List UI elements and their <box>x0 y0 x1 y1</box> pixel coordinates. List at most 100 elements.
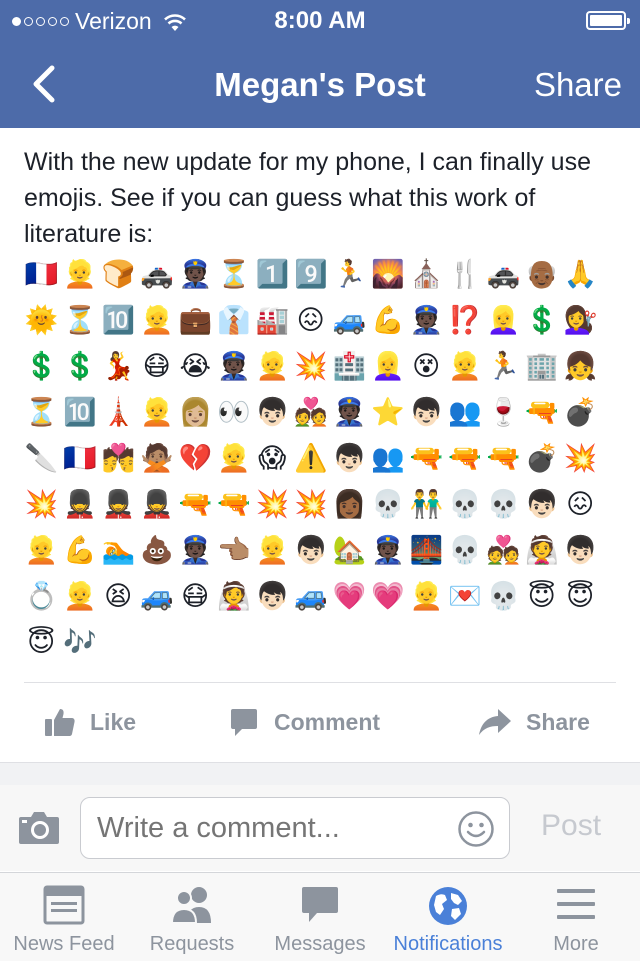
emoji: 😷 <box>181 581 210 612</box>
emoji: 💼 <box>178 305 213 336</box>
emoji: 💔 <box>178 443 213 474</box>
emoji: 🏡 <box>332 535 367 566</box>
emoji: 👩🏼 <box>178 397 213 428</box>
emoji: 🔫 <box>486 443 521 474</box>
like-button[interactable]: Like <box>44 706 136 738</box>
emoji: 1️⃣ <box>255 259 290 290</box>
emoji: 💀 <box>370 489 405 520</box>
emoji: 👱 <box>216 443 251 474</box>
emoji: 👮🏿 <box>178 535 213 566</box>
emoji: 💗 <box>332 581 367 612</box>
camera-icon[interactable] <box>18 809 60 845</box>
emoji: 🚓 <box>139 259 174 290</box>
comment-label: Comment <box>274 708 381 735</box>
emoji: 👱‍♀️ <box>486 305 521 336</box>
emoji: 🍞 <box>101 259 136 290</box>
emoji: 👦🏻 <box>563 535 598 566</box>
emoji: 💪 <box>370 305 405 336</box>
emoji: ⭐ <box>370 397 405 428</box>
emoji: 💌 <box>447 581 482 612</box>
emoji: 🏃 <box>332 259 367 290</box>
emoji: 💃 <box>101 351 136 382</box>
emoji: 💲 <box>524 305 559 336</box>
emoji: 💩 <box>139 535 174 566</box>
emoji-sequence: 🇫🇷 👱 🍞 🚓 👮🏿 ⏳ 1️⃣ 9️⃣ 🏃 🌄 ⛪ 🍴 🚓 👴🏾 🙏 🌞 ⏳ 🔟 👱 💼 👔 🏭 😖 🚙 💪 👮🏿 ⁉️ 👱‍♀️… <box>22 252 622 666</box>
friends-icon <box>170 887 211 924</box>
emoji: 🔫 <box>409 443 444 474</box>
emoji: 👱 <box>139 397 174 428</box>
emoji: 😵 <box>412 351 441 382</box>
emoji: 😇 <box>566 581 595 612</box>
emoji: 🙏 <box>563 259 598 290</box>
emoji: 👰 <box>524 535 559 566</box>
emoji: 🇫🇷 <box>24 259 59 290</box>
like-label: Like <box>90 708 137 735</box>
emoji: 👱‍♀️ <box>370 351 405 382</box>
comment-input[interactable] <box>97 812 437 845</box>
emoji: 💣 <box>563 397 598 428</box>
hamburger-menu-icon <box>557 889 595 919</box>
emoji: 💀 <box>486 489 521 520</box>
emoji: ⛪ <box>409 259 444 290</box>
emoji: 🔫 <box>216 489 251 520</box>
emoji: 🏥 <box>332 351 367 382</box>
emoji: 💥 <box>293 489 328 520</box>
emoji: 👥 <box>447 397 482 428</box>
emoji: 💑 <box>293 397 328 428</box>
status-time: 8:00 AM <box>274 7 366 34</box>
emoji: 👱 <box>255 535 290 566</box>
comment-composer: Post <box>0 785 640 871</box>
emoji: 👴🏾 <box>524 259 559 290</box>
emoji: 💀 <box>447 489 482 520</box>
comment-field[interactable] <box>80 797 510 859</box>
emoji: 👦🏻 <box>332 443 367 474</box>
emoji: 😖 <box>296 305 325 336</box>
emoji: 👱 <box>255 351 290 382</box>
emoji: 👩🏾 <box>332 489 367 520</box>
emoji: 🔫 <box>524 397 559 428</box>
emoji: 🔫 <box>447 443 482 474</box>
emoji: 🌄 <box>370 259 405 290</box>
emoji: 🚙 <box>332 305 367 336</box>
emoji: 👥 <box>370 443 405 474</box>
emoji: 😫 <box>104 581 133 612</box>
emoji: 😭 <box>179 351 212 382</box>
emoji: 🚓 <box>486 259 521 290</box>
emoji: 👈🏽 <box>216 535 251 566</box>
post-actions: Like Comment Share <box>0 696 640 752</box>
emoji: 🙅🏽 <box>139 443 174 474</box>
tab-bar: News Feed Requests Messages Notification… <box>0 872 640 961</box>
post-comment-button[interactable]: Post <box>541 809 601 843</box>
status-bar: Verizon 8:00 AM <box>0 0 640 40</box>
emoji: ⚠️ <box>293 443 328 474</box>
emoji: 💲 <box>24 351 59 382</box>
share-button[interactable]: Share <box>478 706 590 738</box>
emoji: 😇 <box>27 627 56 658</box>
emoji-picker-icon[interactable] <box>457 810 495 848</box>
emoji: 💇‍♀️ <box>563 305 598 336</box>
emoji: 💣 <box>524 443 559 474</box>
emoji: 🔟 <box>62 397 97 428</box>
emoji: 💥 <box>293 351 328 382</box>
emoji: 👰 <box>216 581 251 612</box>
share-header-button[interactable]: Share <box>534 66 622 104</box>
emoji: 👮🏿 <box>216 351 251 382</box>
emoji: 👧 <box>563 351 598 382</box>
emoji: 💀 <box>447 535 482 566</box>
emoji: 👱 <box>24 535 59 566</box>
comment-bubble-icon <box>231 709 257 736</box>
emoji: 🌉 <box>409 535 444 566</box>
emoji: 💀 <box>486 581 521 612</box>
emoji: 👮🏿 <box>178 259 213 290</box>
comment-button[interactable]: Comment <box>228 706 380 738</box>
section-separator <box>0 762 640 786</box>
emoji: 👱 <box>62 259 97 290</box>
emoji: 💥 <box>24 489 59 520</box>
emoji: 💂 <box>62 489 97 520</box>
battery-icon <box>586 11 630 30</box>
emoji: 👮🏿 <box>409 305 444 336</box>
emoji: 💂 <box>101 489 136 520</box>
post-text: With the new update for my phone, I can … <box>24 148 591 248</box>
emoji: 👦🏻 <box>293 535 328 566</box>
tab-more[interactable]: More <box>512 873 640 961</box>
